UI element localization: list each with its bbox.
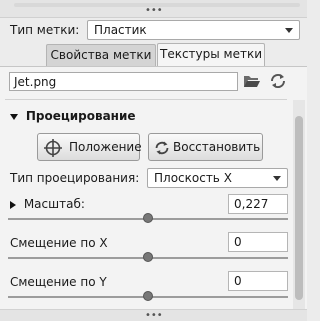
scale-label: Масштаб: — [23, 197, 85, 211]
bottom-resize-grip[interactable]: ••• — [0, 309, 307, 321]
projection-section-toggle[interactable]: Проецирование — [10, 109, 136, 123]
chevron-down-icon — [10, 113, 18, 120]
restore-button-label: Восстановить — [173, 140, 261, 154]
grip-dots: ••• — [145, 5, 163, 16]
projection-type-label: Тип проецирования: — [10, 171, 140, 185]
offset-x-value: 0 — [234, 235, 242, 249]
chevron-down-icon — [285, 28, 293, 33]
label-type-value: Пластик — [94, 23, 147, 37]
restore-button[interactable]: Восстановить — [148, 133, 263, 161]
chevron-down-icon — [273, 176, 281, 181]
scale-value: 0,227 — [234, 197, 269, 211]
projection-type-value: Плоскость X — [154, 171, 232, 185]
grip-dots: ••• — [145, 310, 163, 321]
offset-x-input[interactable]: 0 — [228, 232, 288, 252]
crosshair-icon — [43, 138, 63, 158]
scale-expander[interactable]: Масштаб: — [10, 197, 85, 211]
label-type-select[interactable]: Пластик — [87, 20, 300, 40]
chevron-right-icon — [10, 200, 16, 209]
panel-scrollbar[interactable] — [293, 100, 305, 309]
refresh-icon[interactable] — [269, 72, 287, 90]
offset-y-value: 0 — [234, 274, 242, 288]
refresh-icon — [154, 140, 170, 156]
label-type-label: Тип метки: — [10, 23, 80, 37]
position-button[interactable]: Положение — [37, 133, 142, 161]
offset-y-label: Смещение по Y — [10, 275, 107, 289]
projection-type-select[interactable]: Плоскость X — [147, 168, 288, 188]
offset-y-input[interactable]: 0 — [228, 271, 288, 291]
divider — [5, 99, 287, 100]
tab-label-textures[interactable]: Текстуры метки — [157, 43, 265, 66]
scale-input[interactable]: 0,227 — [228, 194, 288, 214]
tab-label-properties[interactable]: Свойства метки — [46, 44, 156, 66]
offset-y-slider-handle[interactable] — [143, 291, 153, 301]
projection-section-title: Проецирование — [25, 109, 136, 123]
texture-filename-field[interactable]: Jet.png — [9, 72, 238, 91]
scale-slider-handle[interactable] — [143, 213, 153, 223]
top-resize-grip[interactable]: ••• — [0, 0, 307, 18]
position-button-label: Положение — [69, 140, 142, 154]
folder-open-icon[interactable] — [243, 72, 261, 90]
offset-x-label: Смещение по X — [10, 236, 108, 250]
scrollbar-thumb[interactable] — [295, 116, 303, 300]
offset-x-slider-handle[interactable] — [143, 252, 153, 262]
texture-filename: Jet.png — [14, 75, 57, 89]
